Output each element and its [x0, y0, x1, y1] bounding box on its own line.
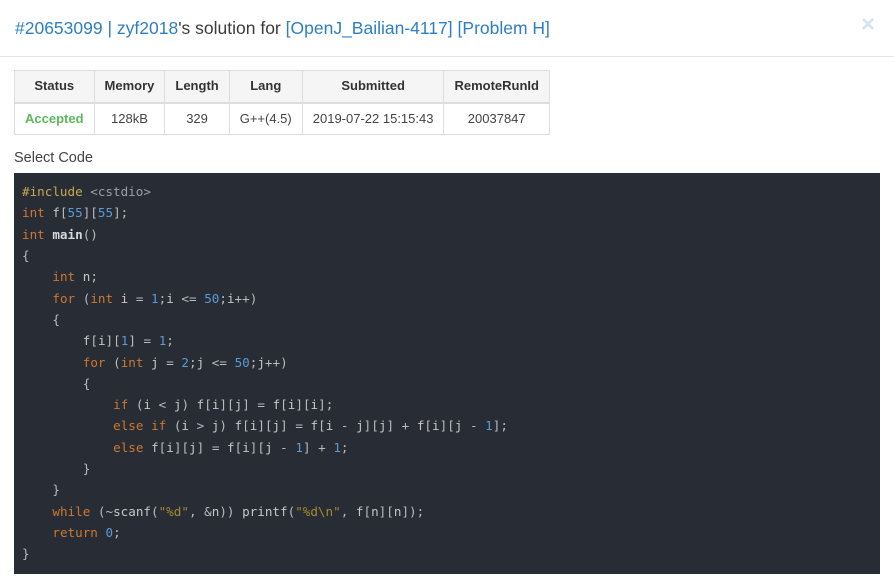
title-separator: | [107, 18, 113, 38]
problem-label-link[interactable]: [Problem H] [458, 18, 550, 38]
cell-length: 329 [164, 102, 230, 136]
close-icon[interactable]: × [855, 12, 881, 38]
modal-header: #20653099 | zyf2018's solution for [Open… [0, 0, 894, 57]
source-code-block[interactable]: #include <cstdio> int f[55][55]; int mai… [14, 173, 880, 575]
cell-memory: 128kB [93, 102, 166, 136]
column-header-memory: Memory [93, 69, 166, 104]
column-header-length: Length [164, 69, 230, 104]
column-header-lang: Lang [228, 69, 303, 104]
title-possessive-text: 's solution for [178, 18, 281, 38]
submission-id-link[interactable]: #20653099 [15, 18, 103, 38]
modal-body: Status Memory Length Lang Submitted Remo… [0, 57, 894, 575]
table-body: Accepted 128kB 329 G++(4.5) 2019-07-22 1… [14, 102, 550, 136]
select-code-label[interactable]: Select Code [14, 149, 880, 167]
problem-source-link[interactable]: [OpenJ_Bailian-4117] [286, 18, 453, 38]
table-row: Accepted 128kB 329 G++(4.5) 2019-07-22 1… [14, 102, 550, 136]
submission-status-table: Status Memory Length Lang Submitted Remo… [14, 69, 550, 136]
table-header-row: Status Memory Length Lang Submitted Remo… [14, 69, 550, 104]
source-code: #include <cstdio> int f[55][55]; int mai… [22, 184, 508, 562]
column-header-submitted: Submitted [301, 69, 445, 104]
column-header-status: Status [14, 69, 95, 104]
cell-status: Accepted [14, 102, 95, 136]
cell-submitted: 2019-07-22 15:15:43 [301, 102, 445, 136]
cell-lang: G++(4.5) [228, 102, 303, 136]
page-title: #20653099 | zyf2018's solution for [Open… [15, 16, 550, 40]
column-header-remoterunid: RemoteRunId [443, 69, 550, 104]
cell-remoterunid: 20037847 [443, 102, 550, 136]
username-link[interactable]: zyf2018 [117, 18, 178, 38]
table-head: Status Memory Length Lang Submitted Remo… [14, 69, 550, 104]
